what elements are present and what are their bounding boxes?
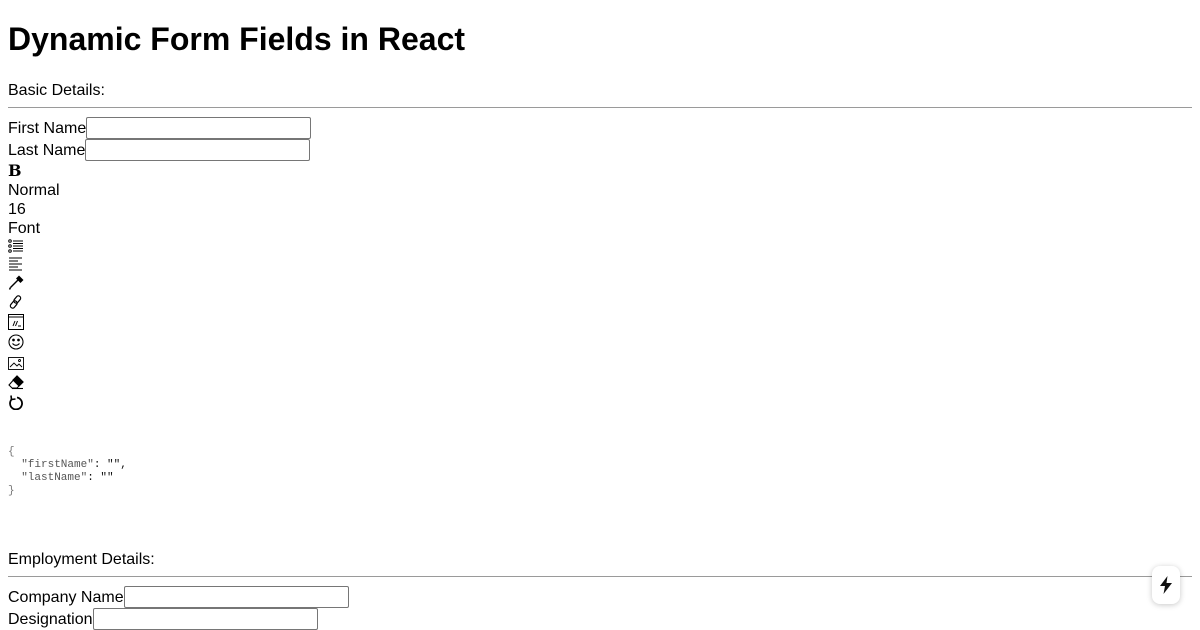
first-name-row: First Name — [8, 117, 312, 139]
json-last-name-key: "lastName" — [21, 472, 88, 484]
undo-icon[interactable] — [8, 394, 24, 410]
first-name-label: First Name — [8, 119, 87, 137]
json-close-brace: } — [8, 485, 15, 497]
eraser-icon[interactable] — [8, 374, 24, 390]
bold-button[interactable]: B — [8, 161, 22, 180]
basic-details-divider — [8, 107, 1192, 108]
designation-label: Designation — [8, 610, 93, 628]
font-size-dropdown[interactable]: 16 — [8, 200, 26, 219]
page-title: Dynamic Form Fields in React — [8, 21, 466, 57]
block-type-dropdown[interactable]: Normal — [8, 181, 60, 200]
json-first-name-value: : "", — [93, 459, 127, 471]
link-icon[interactable] — [8, 294, 24, 310]
first-name-input[interactable] — [86, 117, 312, 139]
json-first-name-key: "firstName" — [21, 459, 94, 471]
company-name-input[interactable] — [123, 586, 349, 608]
json-open-brace: { — [8, 446, 15, 458]
last-name-label: Last Name — [8, 141, 86, 159]
page: Dynamic Form Fields in React Basic Detai… — [0, 0, 1200, 630]
last-name-row: Last Name — [8, 139, 311, 161]
emoji-icon[interactable] — [8, 334, 24, 350]
lightning-icon — [1160, 576, 1172, 594]
json-last-name-value: : "" — [87, 472, 114, 484]
basic-details-heading: Basic Details: — [8, 82, 105, 99]
text-align-icon[interactable] — [8, 256, 24, 272]
image-icon[interactable] — [8, 356, 24, 372]
form-json-output: { "firstName": "", "lastName": "" } — [8, 446, 127, 498]
embed-icon[interactable] — [8, 314, 24, 330]
designation-row: Designation — [8, 608, 318, 630]
font-family-dropdown[interactable]: Font — [8, 219, 40, 238]
floating-action-button[interactable] — [1152, 566, 1180, 604]
last-name-input[interactable] — [85, 139, 311, 161]
employment-details-heading: Employment Details: — [8, 551, 155, 568]
designation-input[interactable] — [92, 608, 318, 630]
company-name-label: Company Name — [8, 588, 124, 606]
employment-details-divider — [8, 576, 1192, 577]
unordered-list-icon[interactable] — [8, 238, 24, 254]
color-picker-icon[interactable] — [8, 275, 24, 291]
company-name-row: Company Name — [8, 586, 349, 608]
